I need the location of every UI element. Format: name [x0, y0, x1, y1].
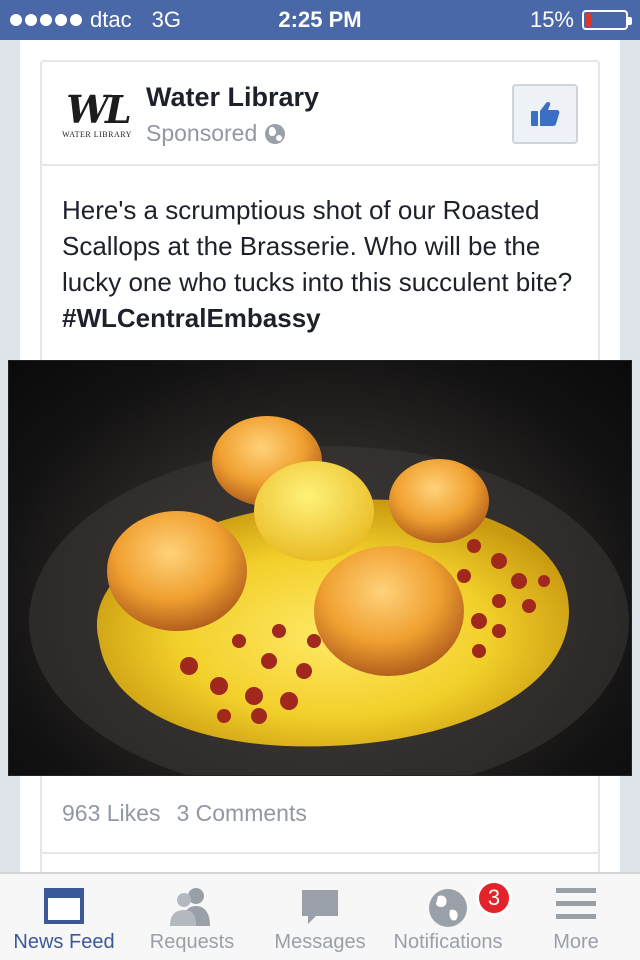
- tab-label: Messages: [274, 931, 366, 953]
- tab-news-feed[interactable]: News Feed: [0, 874, 128, 960]
- signal-strength-icon: [10, 14, 82, 26]
- status-right: 15%: [529, 0, 632, 40]
- notification-badge: 3: [476, 880, 512, 916]
- scallops-illustration: [29, 416, 629, 775]
- post-engagement: 963 Likes 3 Comments: [62, 800, 307, 827]
- likes-count[interactable]: 963 Likes: [62, 800, 160, 827]
- tab-more[interactable]: More: [512, 874, 640, 960]
- tab-messages[interactable]: Messages: [256, 874, 384, 960]
- notifications-globe-icon: [429, 889, 467, 927]
- bottom-tab-bar: News Feed Requests Messages 3 Notificati…: [0, 872, 640, 960]
- thumbs-up-icon: [531, 101, 560, 126]
- battery-percent: 15%: [529, 7, 574, 32]
- sponsored-label: Sponsored: [146, 120, 286, 147]
- tab-notifications[interactable]: 3 Notifications: [384, 874, 512, 960]
- post-header: WL WATER LIBRARY Water Library Sponsored: [42, 62, 598, 166]
- post-text: Here's a scrumptious shot of our Roasted…: [62, 192, 582, 336]
- tab-label: Requests: [149, 931, 235, 953]
- carrier-name: dtac: [90, 7, 132, 32]
- tab-requests[interactable]: Requests: [128, 874, 256, 960]
- tab-label: Notifications: [393, 931, 503, 953]
- news-feed-icon: [44, 888, 84, 924]
- water-library-logo[interactable]: WL WATER LIBRARY: [62, 87, 132, 142]
- post-body: Here's a scrumptious shot of our Roasted…: [62, 195, 573, 297]
- post-photo-scallops[interactable]: [8, 360, 632, 776]
- tab-label: More: [553, 931, 599, 953]
- battery-icon: [582, 10, 632, 30]
- battery-level: [585, 13, 592, 27]
- status-left: dtac 3G: [10, 0, 181, 40]
- more-menu-icon: [556, 888, 596, 919]
- logo-subtitle: WATER LIBRARY: [62, 130, 132, 139]
- comments-count[interactable]: 3 Comments: [176, 800, 306, 827]
- tab-label: News Feed: [13, 931, 115, 953]
- divider: [42, 852, 598, 854]
- hashtag-link[interactable]: #WLCentralEmbassy: [62, 303, 321, 333]
- requests-icon: [170, 888, 210, 926]
- sponsored-text: Sponsored: [146, 120, 258, 146]
- globe-icon: [265, 123, 286, 144]
- like-page-button[interactable]: [512, 84, 578, 144]
- logo-mark: WL: [66, 87, 131, 132]
- page-name-link[interactable]: Water Library: [146, 82, 319, 113]
- messages-icon: [302, 890, 338, 924]
- status-bar: dtac 3G 2:25 PM 15%: [0, 0, 640, 40]
- network-type: 3G: [151, 7, 181, 32]
